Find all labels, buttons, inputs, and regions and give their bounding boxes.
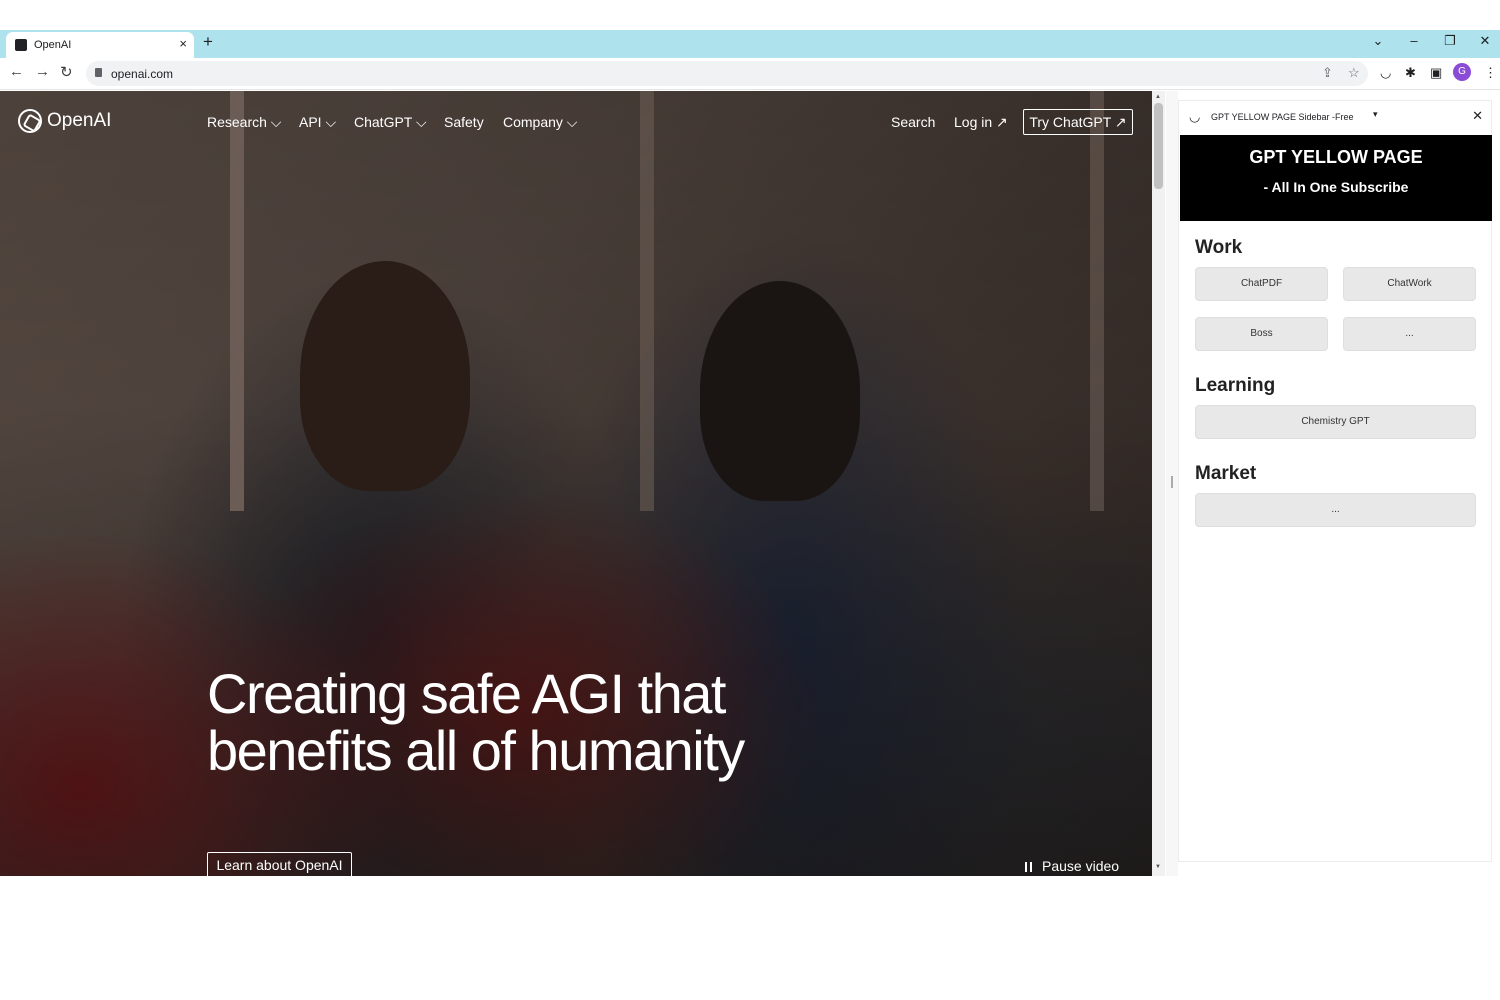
- back-button[interactable]: ←: [9, 63, 24, 80]
- hero-title-line: Creating safe AGI that: [207, 662, 726, 725]
- chevron-down-icon[interactable]: ▾: [1373, 109, 1378, 120]
- tool-button-more[interactable]: ...: [1343, 317, 1476, 351]
- share-icon[interactable]: ⇪: [1322, 65, 1333, 81]
- pause-label: Pause video: [1042, 858, 1120, 874]
- section-heading-learning: Learning: [1195, 375, 1276, 396]
- section-heading-work: Work: [1195, 237, 1243, 258]
- tab-title: OpenAI: [34, 39, 72, 51]
- nav-research[interactable]: Research ⌵: [207, 114, 281, 131]
- openai-logo-icon: [18, 109, 42, 133]
- tab-openai[interactable]: OpenAI ×: [6, 32, 194, 58]
- browser-toolbar: ← → ↻ openai.com ⇪ ☆ ◡ ✱ ▣ G ⋮: [0, 58, 1500, 90]
- resize-grip-icon: [1171, 476, 1173, 488]
- person-man-head: [300, 261, 470, 491]
- minimize-button[interactable]: –: [1403, 33, 1425, 48]
- side-panel-title[interactable]: GPT YELLOW PAGE Sidebar -Free: [1211, 112, 1354, 122]
- tool-button-chatpdf[interactable]: ChatPDF: [1195, 267, 1328, 301]
- lock-icon: [95, 68, 102, 77]
- nav-chatgpt[interactable]: ChatGPT ⌵: [354, 114, 427, 131]
- wall-decoration: [640, 91, 654, 511]
- scroll-down-icon[interactable]: ▼: [1155, 864, 1161, 870]
- tool-button-chatwork[interactable]: ChatWork: [1343, 267, 1476, 301]
- person-woman-head: [700, 281, 860, 501]
- address-bar[interactable]: openai.com ⇪ ☆: [86, 61, 1368, 86]
- gpt-extension-logo-icon: ◡: [1189, 109, 1201, 124]
- banner-subtitle: - All In One Subscribe: [1263, 179, 1409, 195]
- openai-favicon-icon: [15, 39, 27, 51]
- url-text[interactable]: openai.com: [111, 67, 173, 81]
- browser-window: OpenAI × + ⌄ – ❐ ✕ ← → ↻ openai.com ⇪ ☆ …: [0, 30, 1500, 876]
- bookmark-star-icon[interactable]: ☆: [1348, 65, 1360, 81]
- logo-text: OpenAI: [47, 110, 112, 131]
- openai-homepage: OpenAI Research ⌵ API ⌵ ChatGPT ⌵ Safety…: [0, 91, 1152, 876]
- chrome-menu-icon[interactable]: ⋮: [1484, 65, 1497, 81]
- wall-decoration: [230, 91, 244, 511]
- scroll-up-icon[interactable]: ▲: [1155, 94, 1161, 100]
- restore-button[interactable]: ❐: [1439, 33, 1461, 49]
- new-tab-button[interactable]: +: [203, 32, 213, 52]
- hero-title: Creating safe AGI that benefits all of h…: [207, 662, 745, 782]
- page-scrollbar[interactable]: ▲ ▼: [1152, 91, 1165, 876]
- nav-safety[interactable]: Safety: [444, 114, 484, 130]
- tab-search-icon[interactable]: ⌄: [1367, 33, 1389, 49]
- tool-button-market-more[interactable]: ...: [1195, 493, 1476, 527]
- side-panel-resizer[interactable]: [1166, 91, 1178, 876]
- tool-button-chemistry-gpt[interactable]: Chemistry GPT: [1195, 405, 1476, 439]
- side-panel-header: ◡ GPT YELLOW PAGE Sidebar -Free ▾ ✕: [1179, 101, 1493, 133]
- tab-strip: OpenAI × + ⌄ – ❐ ✕: [0, 30, 1500, 58]
- login-link[interactable]: Log in ↗: [954, 114, 1008, 131]
- close-window-button[interactable]: ✕: [1474, 33, 1496, 49]
- extensions-puzzle-icon[interactable]: ✱: [1405, 65, 1416, 81]
- subscribe-banner[interactable]: GPT YELLOW PAGE - All In One Subscribe: [1180, 135, 1492, 221]
- try-chatgpt-button[interactable]: Try ChatGPT ↗: [1023, 109, 1133, 135]
- reload-button[interactable]: ↻: [60, 63, 73, 81]
- tab-close-icon[interactable]: ×: [179, 36, 187, 51]
- search-link[interactable]: Search: [891, 114, 935, 130]
- pause-video-button[interactable]: Pause video: [1025, 858, 1119, 874]
- hero-title-line: benefits all of humanity: [207, 719, 745, 782]
- side-panel-icon[interactable]: ▣: [1430, 65, 1442, 81]
- tool-button-boss[interactable]: Boss: [1195, 317, 1328, 351]
- side-panel-close-icon[interactable]: ✕: [1472, 108, 1483, 124]
- profile-avatar[interactable]: G: [1453, 63, 1471, 81]
- pause-icon: [1025, 862, 1032, 872]
- forward-button[interactable]: →: [35, 63, 50, 80]
- banner-title: GPT YELLOW PAGE: [1249, 147, 1423, 167]
- gpt-extension-icon[interactable]: ◡: [1380, 65, 1391, 81]
- section-heading-market: Market: [1195, 463, 1257, 484]
- learn-about-openai-button[interactable]: Learn about OpenAI: [207, 852, 352, 876]
- nav-company[interactable]: Company ⌵: [503, 114, 577, 131]
- nav-api[interactable]: API ⌵: [299, 114, 336, 131]
- gpt-yellow-page-side-panel: ◡ GPT YELLOW PAGE Sidebar -Free ▾ ✕ GPT …: [1178, 100, 1492, 862]
- wall-decoration: [1090, 91, 1104, 511]
- scroll-thumb[interactable]: [1154, 103, 1163, 189]
